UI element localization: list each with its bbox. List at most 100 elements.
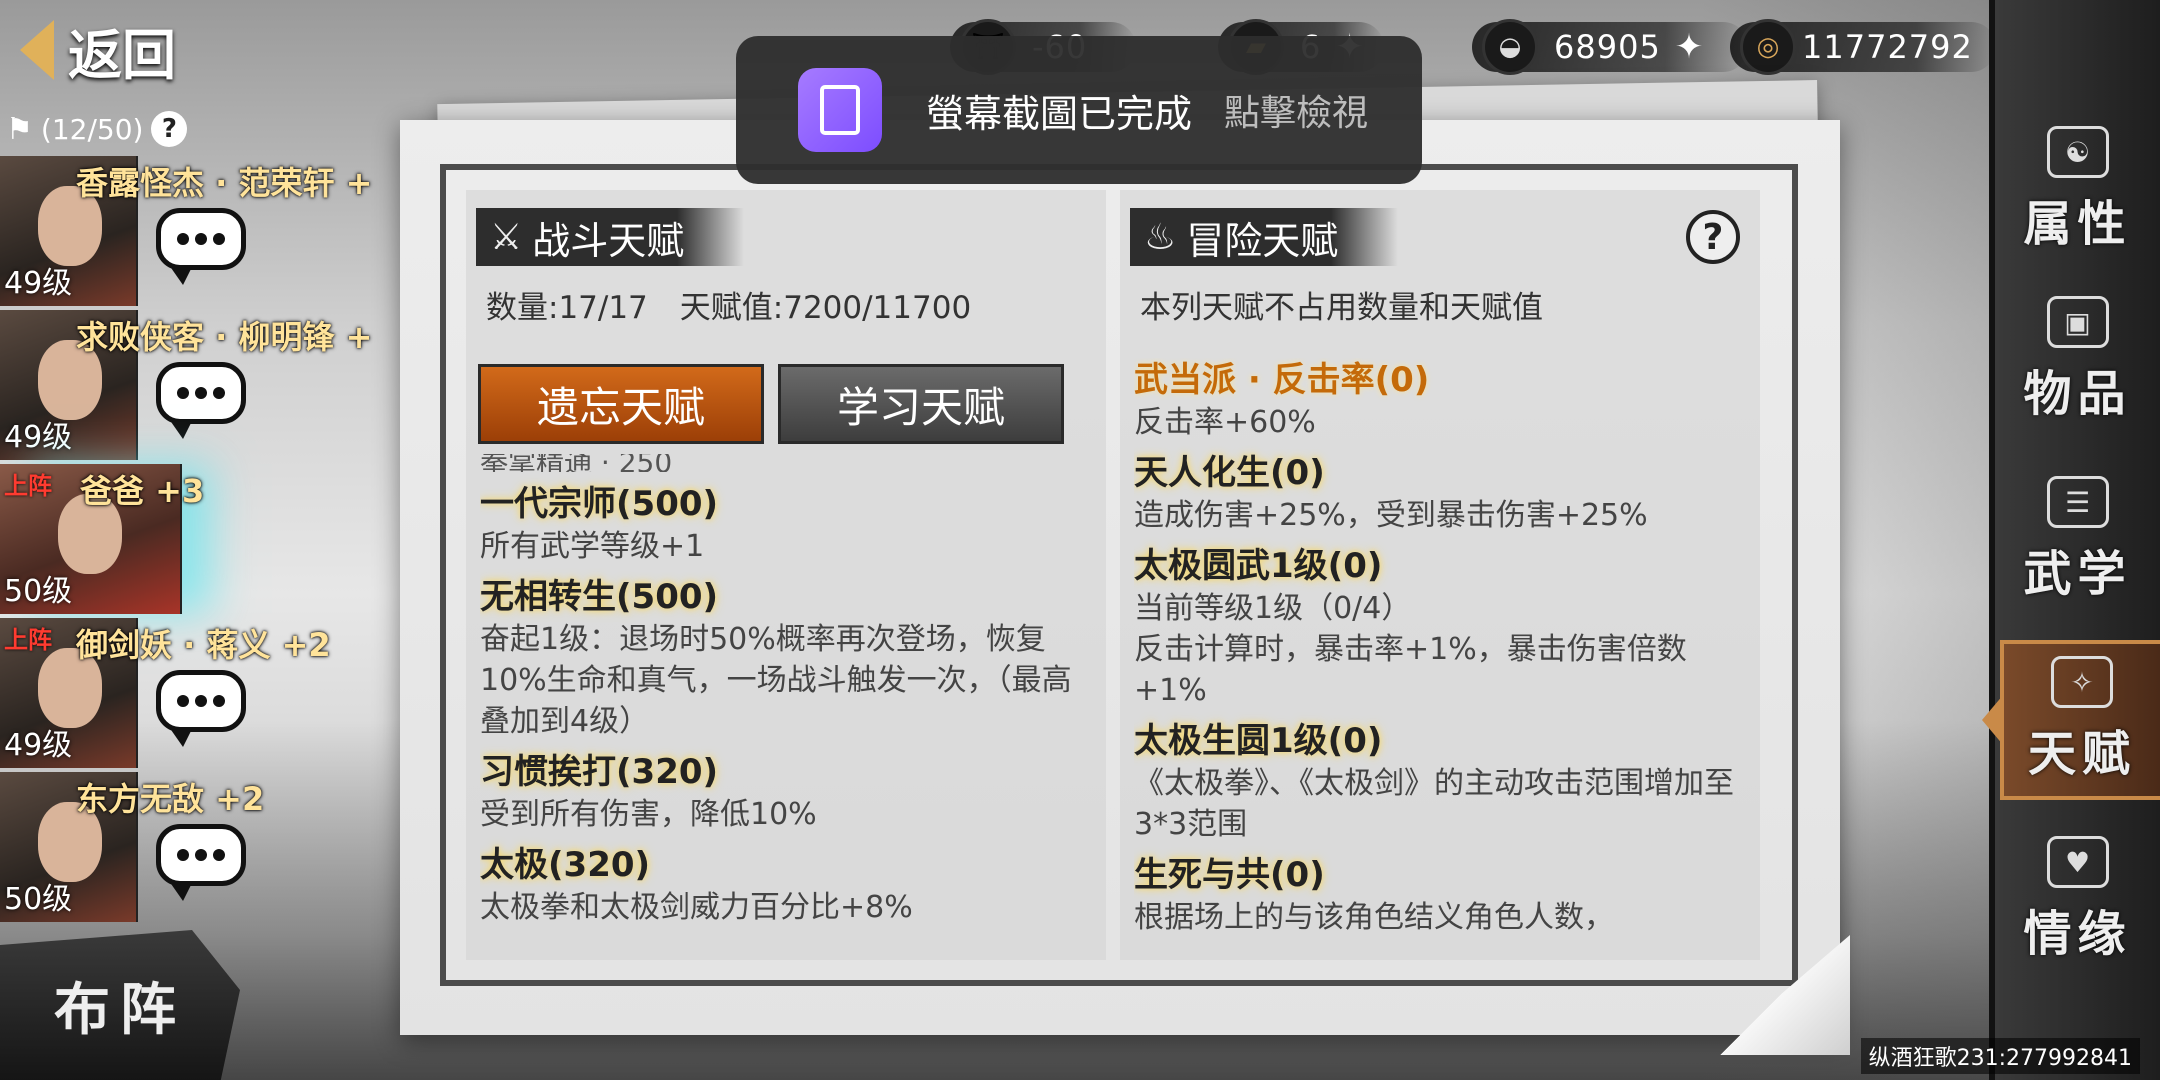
talent-name: 天人化生(0) [1134, 453, 1325, 493]
talent-name: 习惯挨打(320) [480, 752, 719, 792]
hero-name: 东方无敌 +2 [76, 780, 265, 818]
side-tab-label: 属性 [2023, 196, 2132, 252]
learn-talent-button[interactable]: 学习天赋 [778, 364, 1064, 444]
hero-level: 49级 [4, 266, 73, 301]
heart-icon: ♥ [2046, 836, 2109, 888]
side-tab-label: 天赋 [2027, 726, 2136, 782]
hero-level: 49级 [4, 728, 73, 763]
book-icon: ☰ [2046, 476, 2109, 528]
toast-view-link[interactable]: 點擊檢視 [1224, 84, 1368, 136]
talent-name: 太极圆武1级(0) [1134, 546, 1383, 586]
talent-desc: 当前等级1级（0/4） 反击计算时，暴击率+1%，暴击伤害倍数+1% [1134, 591, 1687, 708]
talent-name: 生死与共(0) [1134, 855, 1325, 895]
add-silver-icon[interactable]: ✦ [1675, 27, 1704, 67]
side-tab-affinity[interactable]: ♥ 情缘 [1995, 820, 2160, 980]
party-count-text: (12/50) [40, 112, 144, 146]
hero-card[interactable]: 香露怪杰 · 范荣轩 + 49级 [0, 156, 420, 306]
formation-label: 布阵 [54, 977, 186, 1043]
adventure-talent-list[interactable]: 武当派 · 反击率(0) 反击率+60% 天人化生(0) 造成伤害+25%，受到… [1134, 358, 1746, 960]
coin-icon: ◎ [1740, 19, 1796, 75]
talent-icon: ✧ [2051, 656, 2113, 708]
adventure-note: 本列天赋不占用数量和天赋值 [1140, 290, 1543, 326]
silver-ingot-icon: ◒ [1482, 19, 1538, 75]
talent-value: 天赋值:7200/11700 [679, 290, 972, 326]
screenshot-app-icon [798, 68, 882, 152]
talent-item[interactable]: 太极生圆1级(0) 《太极拳》、《太极剑》的主动攻击范围增加至3*3范围 [1134, 719, 1746, 845]
attribute-icon: ☯ [2046, 126, 2109, 178]
talent-desc: 反击率+60% [1134, 405, 1316, 440]
side-tab-items[interactable]: ▣ 物品 [1995, 280, 2160, 440]
talent-item[interactable]: 天人化生(0) 造成伤害+25%，受到暴击伤害+25% [1134, 451, 1746, 536]
formation-button[interactable]: 布阵 [0, 930, 240, 1080]
talent-desc: 所有武学等级+1 [480, 529, 705, 564]
talent-item[interactable]: 无相转生(500) 奋起1级：退场时50%概率再次登场，恢复10%生命和真气，一… [480, 575, 1092, 742]
hero-name: 爸爸 +3 [80, 472, 205, 510]
talent-desc: 受到所有伤害，降低10% [480, 797, 817, 832]
talent-item[interactable]: 习惯挨打(320) 受到所有伤害，降低10% [480, 750, 1092, 835]
sword-icon: ⚔ [490, 216, 523, 258]
hero-card[interactable]: 东方无敌 +2 50级 [0, 772, 420, 922]
party-count: ⚑ (12/50) ? [6, 106, 188, 152]
hero-level: 49级 [4, 420, 73, 455]
forget-talent-button[interactable]: 遗忘天赋 [478, 364, 764, 444]
in-battle-tag: 上阵 [4, 472, 52, 500]
help-icon[interactable]: ? [1686, 210, 1740, 264]
chat-bubble-icon[interactable] [156, 362, 246, 439]
side-tab-label: 情缘 [2023, 906, 2132, 962]
talent-desc: 造成伤害+25%，受到暴击伤害+25% [1134, 498, 1648, 533]
help-icon[interactable]: ? [151, 111, 188, 147]
combat-talent-column: ⚔ 战斗天赋 数量:17/17 天赋值:7200/11700 遗忘天赋 学习天赋 … [466, 190, 1106, 960]
side-tab-label: 物品 [2023, 366, 2132, 422]
combat-talent-header: ⚔ 战斗天赋 [476, 208, 745, 266]
chat-bubble-icon[interactable] [156, 208, 246, 285]
panel-frame: ⚔ 战斗天赋 数量:17/17 天赋值:7200/11700 遗忘天赋 学习天赋 … [440, 164, 1798, 986]
side-tab-talent[interactable]: ✧ 天赋 [1982, 640, 2160, 800]
side-tab-martial-arts[interactable]: ☰ 武学 [1995, 460, 2160, 620]
resource-value: 68905 [1554, 28, 1661, 66]
talent-desc: 奋起1级：退场时50%概率再次登场，恢复10%生命和真气，一场战斗触发一次，（最… [480, 622, 1072, 739]
talent-desc: 《太极拳》、《太极剑》的主动攻击范围增加至3*3范围 [1134, 766, 1734, 842]
talent-count: 数量:17/17 [486, 290, 648, 326]
talent-item[interactable]: 武当派 · 反击率(0) 反击率+60% [1134, 358, 1746, 443]
clipped-talent-text: 拳掌精通 · 250 [480, 454, 673, 472]
talent-name: 一代宗师(500) [480, 484, 719, 524]
talent-item[interactable]: 一代宗师(500) 所有武学等级+1 [480, 482, 1092, 567]
side-tab-label: 武学 [2023, 546, 2132, 602]
hero-card[interactable]: 上阵 御剑妖 · 蒋义 +2 49级 [0, 618, 420, 768]
side-menu: ☯ 属性 ▣ 物品 ☰ 武学 ✧ 天赋 ♥ 情缘 [1982, 0, 2160, 1080]
flame-icon: ♨ [1144, 216, 1177, 258]
resource-silver: ◒ 68905 ✦ [1472, 19, 1748, 75]
talent-name: 太极(320) [480, 845, 651, 885]
hero-level: 50级 [4, 574, 73, 609]
gift-box-icon: ▣ [2046, 296, 2109, 348]
side-tab-attributes[interactable]: ☯ 属性 [1995, 110, 2160, 270]
back-label: 返回 [68, 23, 176, 87]
combat-stats: 数量:17/17 天赋值:7200/11700 [486, 282, 971, 327]
talent-item[interactable]: 太极(320) 太极拳和太极剑威力百分比+8% [480, 843, 1092, 928]
talent-panel: ⚔ 战斗天赋 数量:17/17 天赋值:7200/11700 遗忘天赋 学习天赋 … [400, 120, 1850, 1055]
hero-name: 御剑妖 · 蒋义 +2 [76, 626, 331, 664]
combat-talent-list[interactable]: 拳掌精通 · 250 一代宗师(500) 所有武学等级+1 无相转生(500) … [480, 454, 1092, 960]
talent-item[interactable]: 太极圆武1级(0) 当前等级1级（0/4） 反击计算时，暴击率+1%，暴击伤害倍… [1134, 544, 1746, 711]
chat-bubble-icon[interactable] [156, 670, 246, 747]
in-battle-tag: 上阵 [4, 626, 52, 654]
talent-name: 太极生圆1级(0) [1134, 721, 1383, 761]
combat-talent-title: 战斗天赋 [532, 218, 685, 263]
toast-message: 螢幕截圖已完成 [926, 91, 1193, 136]
resource-value: 11772792 [1802, 28, 1973, 66]
party-icon: ⚑ [6, 111, 33, 147]
talent-desc: 太极拳和太极剑威力百分比+8% [480, 890, 913, 925]
hero-name: 求败侠客 · 柳明锋 + [76, 318, 373, 356]
adventure-talent-column: ♨ 冒险天赋 ? 本列天赋不占用数量和天赋值 武当派 · 反击率(0) 反击率+… [1120, 190, 1760, 960]
chat-bubble-icon[interactable] [156, 824, 246, 901]
hero-card[interactable]: 求败侠客 · 柳明锋 + 49级 [0, 310, 420, 460]
back-button[interactable]: 返回 [20, 10, 210, 90]
hero-name: 香露怪杰 · 范荣轩 + [76, 164, 373, 202]
chevron-left-icon [20, 20, 54, 80]
talent-item[interactable]: 生死与共(0) 根据场上的与该角色结义角色人数， [1134, 853, 1746, 938]
screenshot-toast[interactable]: 螢幕截圖已完成 點擊檢視 [736, 36, 1422, 184]
talent-desc: 根据场上的与该角色结义角色人数， [1134, 900, 1614, 935]
watermark-id: 纵酒狂歌231:277992841 [1860, 1038, 2140, 1074]
talent-name: 无相转生(500) [480, 577, 719, 617]
hero-card-selected[interactable]: 上阵 爸爸 +3 50级 [0, 464, 420, 614]
